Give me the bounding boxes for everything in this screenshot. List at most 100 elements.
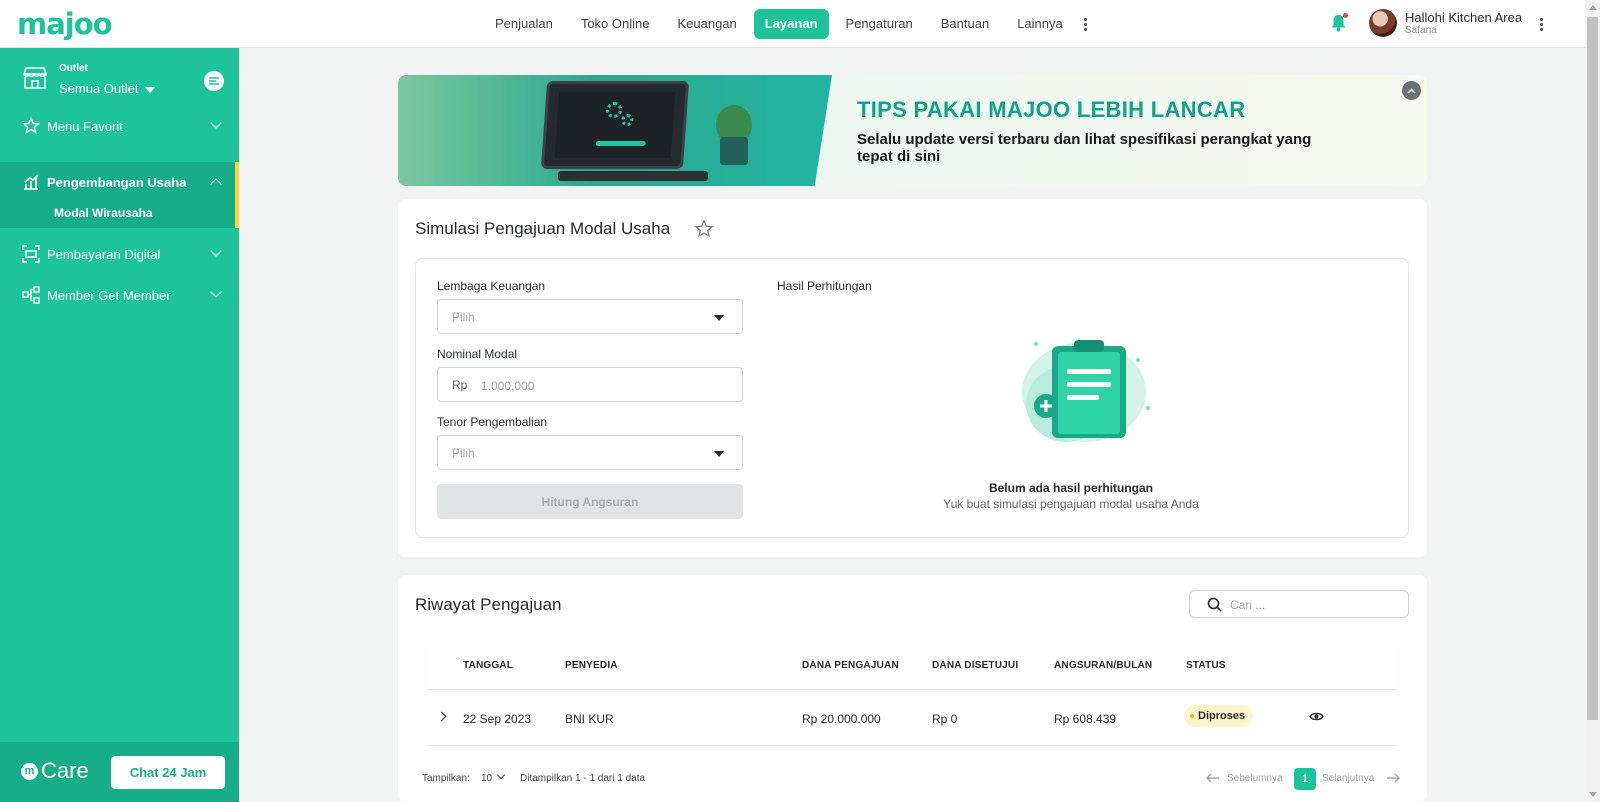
gear-icon xyxy=(620,114,634,126)
chevron-down-icon xyxy=(210,117,222,129)
tenor-placeholder: Pilih xyxy=(452,446,475,460)
col-angsuran[interactable]: ANGSURAN/BULAN xyxy=(1054,660,1152,671)
empty-title: Belum ada hasil perhitungan xyxy=(988,481,1154,495)
update-progress-bar xyxy=(595,141,646,146)
empty-clipboard-illustration xyxy=(1022,340,1150,442)
store-icon xyxy=(23,67,47,89)
hitung-angsuran-button[interactable]: Hitung Angsuran xyxy=(437,484,743,519)
tampilkan-label: Tampilkan: xyxy=(422,773,470,784)
col-dana-pengajuan[interactable]: DANA PENGAJUAN xyxy=(802,660,899,671)
prev-page-link[interactable]: Sebelumnya xyxy=(1227,773,1283,784)
search-placeholder: Cari ... xyxy=(1230,598,1266,612)
currency-prefix: Rp xyxy=(452,378,468,392)
caret-down-icon[interactable] xyxy=(145,87,155,93)
nav-layanan[interactable]: Layanan xyxy=(753,9,829,39)
nav-penjualan[interactable]: Penjualan xyxy=(484,9,564,39)
arrow-left-icon[interactable] xyxy=(1206,773,1220,783)
growth-icon xyxy=(24,174,39,190)
expand-row-icon[interactable] xyxy=(436,711,447,722)
cell-dana-disetujui: Rp 0 xyxy=(932,712,958,726)
nominal-placeholder: 1.000.000 xyxy=(481,379,535,393)
banner-title: TIPS PAKAI MAJOO LEBIH LANCAR xyxy=(857,97,1246,122)
sidebar-item-pengembangan-usaha[interactable]: Pengembangan Usaha xyxy=(0,162,239,202)
user-subtitle: Safana xyxy=(1405,25,1437,36)
keyboard-illustration xyxy=(558,171,708,181)
favorite-star-icon[interactable] xyxy=(694,219,714,239)
sidebar-item-label: Member Get Member xyxy=(47,287,171,303)
nav-bantuan[interactable]: Bantuan xyxy=(930,9,1000,39)
care-label: Care xyxy=(41,758,89,783)
scroll-up-arrow-icon[interactable] xyxy=(1589,5,1597,10)
sidebar-item-member-get-member[interactable]: Member Get Member xyxy=(0,275,239,315)
status-badge: Diproses xyxy=(1184,705,1254,727)
notification-dot xyxy=(1343,13,1348,18)
lembaga-label: Lembaga Keuangan xyxy=(437,279,546,293)
top-bar: majoo Penjualan Toko Online Keuangan Lay… xyxy=(0,0,1585,48)
nav-keuangan[interactable]: Keuangan xyxy=(666,9,747,39)
avatar[interactable] xyxy=(1369,9,1397,37)
col-dana-disetujui[interactable]: DANA DISETUJUI xyxy=(932,660,1018,671)
cell-angsuran: Rp 608.439 xyxy=(1054,712,1117,726)
simulasi-card: Simulasi Pengajuan Modal Usaha Lembaga K… xyxy=(398,199,1427,557)
tenor-select[interactable]: Pilih xyxy=(437,435,743,470)
banner-text: Selalu update versi terbaru dan lihat sp… xyxy=(857,131,1312,165)
sidebar-subitem-modal-wirausaha[interactable]: Modal Wirausaha xyxy=(0,198,239,228)
table-row[interactable]: 22 Sep 2023 BNI KUR Rp 20.000.000 Rp 0 R… xyxy=(428,690,1396,746)
cell-tanggal: 22 Sep 2023 xyxy=(463,712,532,726)
close-icon[interactable] xyxy=(1402,81,1421,100)
care-section: m Care Chat 24 Jam xyxy=(0,742,239,802)
riwayat-title: Riwayat Pengajuan xyxy=(415,595,562,614)
nav-toko-online[interactable]: Toko Online xyxy=(570,9,661,39)
caret-down-icon xyxy=(714,315,724,321)
nominal-label: Nominal Modal xyxy=(437,347,518,361)
page-scrollbar[interactable] xyxy=(1585,0,1600,802)
outlet-value[interactable]: Semua Outlet xyxy=(59,81,139,96)
sidebar-item-label: Pengembangan Usaha xyxy=(47,174,187,190)
nav-more-icon[interactable] xyxy=(1080,9,1092,39)
majoo-logo[interactable]: majoo xyxy=(17,7,113,41)
simulasi-form-panel: Lembaga Keuangan Pilih Nominal Modal Rp … xyxy=(415,258,1409,538)
chat-24-jam-button[interactable]: Chat 24 Jam xyxy=(111,756,225,789)
sidebar-item-menu-favorit[interactable]: Menu Favorit xyxy=(0,106,239,146)
notification-bell-icon[interactable] xyxy=(1330,13,1348,32)
nominal-input[interactable]: Rp 1.000.000 xyxy=(437,367,743,402)
sidebar-item-label: Pembayaran Digital xyxy=(47,246,161,262)
sidebar-item-label: Menu Favorit xyxy=(47,118,123,134)
summary-text: Ditampilkan 1 - 1 dari 1 data xyxy=(520,773,646,784)
page-size-select[interactable]: 10 xyxy=(481,773,492,784)
sidebar-item-pembayaran-digital[interactable]: Pembayaran Digital xyxy=(0,234,239,274)
page-1-button[interactable]: 1 xyxy=(1294,768,1316,790)
tips-banner[interactable]: TIPS PAKAI MAJOO LEBIH LANCAR Selalu upd… xyxy=(398,75,1427,186)
next-page-link[interactable]: Selanjutnya xyxy=(1322,773,1374,784)
pot-illustration xyxy=(720,137,748,165)
network-icon xyxy=(22,286,40,304)
scroll-down-arrow-icon[interactable] xyxy=(1589,792,1597,797)
user-name[interactable]: Hallohi Kitchen Area xyxy=(1405,10,1522,25)
scan-icon xyxy=(22,245,40,263)
hasil-label: Hasil Perhitungan xyxy=(777,279,872,293)
user-menu-icon[interactable] xyxy=(1535,9,1547,39)
sidebar-subitem-label: Modal Wirausaha xyxy=(54,206,153,220)
search-icon xyxy=(1207,597,1222,612)
simulasi-title: Simulasi Pengajuan Modal Usaha xyxy=(415,219,671,238)
nav-lainnya[interactable]: Lainnya xyxy=(1006,9,1074,39)
table-header: TANGGAL PENYEDIA DANA PENGAJUAN DANA DIS… xyxy=(428,640,1396,690)
scroll-thumb[interactable] xyxy=(1587,17,1598,720)
col-penyedia[interactable]: PENYEDIA xyxy=(565,660,618,671)
main-nav: Penjualan Toko Online Keuangan Layanan P… xyxy=(484,9,1092,39)
chevron-down-icon[interactable] xyxy=(496,770,506,780)
gear-icon xyxy=(605,102,623,118)
nav-pengaturan[interactable]: Pengaturan xyxy=(835,9,924,39)
lembaga-select[interactable]: Pilih xyxy=(437,299,743,334)
view-eye-icon[interactable] xyxy=(1309,711,1324,722)
cell-penyedia: BNI KUR xyxy=(565,712,614,726)
banner-illustration xyxy=(398,75,832,186)
arrow-right-icon[interactable] xyxy=(1386,773,1400,783)
sidebar-collapse-icon[interactable] xyxy=(204,71,224,91)
riwayat-card: Riwayat Pengajuan Cari ... TANGGAL PENYE… xyxy=(398,575,1427,802)
chevron-down-icon xyxy=(210,245,222,257)
sidebar: Outlet Semua Outlet Menu Favorit Pengemb… xyxy=(0,48,239,802)
col-tanggal[interactable]: TANGGAL xyxy=(463,660,513,671)
col-status[interactable]: STATUS xyxy=(1186,660,1226,671)
search-input[interactable]: Cari ... xyxy=(1189,590,1409,618)
